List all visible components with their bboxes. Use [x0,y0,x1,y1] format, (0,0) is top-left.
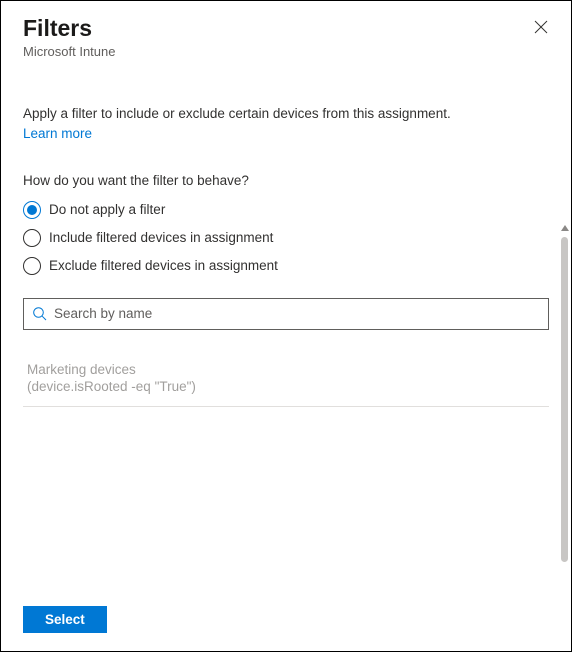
scrollbar-thumb[interactable] [561,237,568,562]
panel-header: Filters Microsoft Intune [1,1,571,67]
panel-title: Filters [23,15,549,42]
radio-option-exclude[interactable]: Exclude filtered devices in assignment [23,252,549,280]
close-button[interactable] [531,17,551,37]
radio-label: Do not apply a filter [49,202,165,217]
radio-option-include[interactable]: Include filtered devices in assignment [23,224,549,252]
radio-label: Include filtered devices in assignment [49,230,273,245]
learn-more-link[interactable]: Learn more [23,126,92,141]
panel-subtitle: Microsoft Intune [23,44,549,59]
behavior-question: How do you want the filter to behave? [23,173,549,188]
radio-label: Exclude filtered devices in assignment [49,258,278,273]
panel-content: Apply a filter to include or exclude cer… [1,67,571,592]
radio-icon [23,257,41,275]
search-icon [32,306,48,322]
search-input[interactable] [54,306,540,321]
filter-list-item[interactable]: Marketing devices (device.isRooted -eq "… [23,352,549,407]
close-icon [534,20,548,34]
panel-footer: Select [1,592,571,651]
radio-option-no-filter[interactable]: Do not apply a filter [23,196,549,224]
radio-icon [23,229,41,247]
radio-group: Do not apply a filter Include filtered d… [23,196,549,280]
radio-icon [23,201,41,219]
select-button[interactable]: Select [23,606,107,633]
filter-item-name: Marketing devices [27,362,545,377]
scroll-arrow-up-icon[interactable] [561,225,569,231]
filter-item-rule: (device.isRooted -eq "True") [27,379,545,394]
description-text: Apply a filter to include or exclude cer… [23,105,549,124]
search-box[interactable] [23,298,549,330]
